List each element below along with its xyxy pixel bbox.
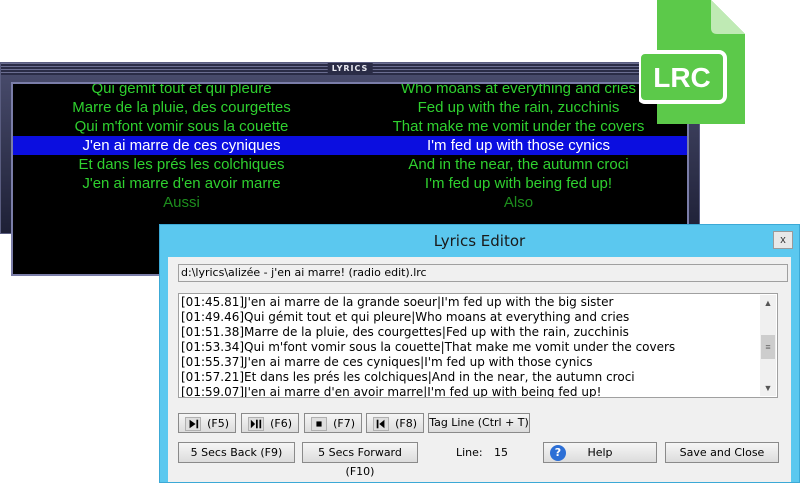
lrc-label: LRC	[653, 62, 711, 93]
close-icon: x	[780, 234, 786, 246]
lyrics-row: Marre de la pluie, des courgettes Fed up …	[13, 98, 687, 117]
file-path-field[interactable]: d:\lyrics\alizée - j'en ai marre! (radio…	[178, 264, 788, 282]
play-pause-key: (F6)	[270, 417, 292, 430]
lyric-line[interactable]: [01:57.21]Et dans les prés les colchique…	[181, 370, 635, 385]
lyrics-lines-box[interactable]: [01:45.81]J'en ai marre de la grande soe…	[178, 293, 778, 398]
lyric-original: Aussi	[163, 194, 200, 211]
stop-button[interactable]: (F7)	[304, 413, 362, 433]
skip-back-key: (F8)	[395, 417, 417, 430]
lyric-line[interactable]: [01:59.07]J'en ai marre d'en avoir marre…	[181, 385, 601, 397]
lyric-line[interactable]: [01:55.37]J'en ai marre de ces cyniques|…	[181, 355, 593, 370]
lyric-original: Et dans les prés les colchiques	[78, 156, 285, 173]
lyrics-row: J'en ai marre de ces cyniques I'm fed up …	[13, 136, 687, 155]
lyrics-titlebar[interactable]: LYRICS	[1, 63, 699, 75]
save-and-close-button[interactable]: Save and Close	[665, 442, 779, 463]
lyric-line[interactable]: [01:53.34]Qui m'font vomir sous la couet…	[181, 340, 675, 355]
play-button[interactable]: (F5)	[178, 413, 236, 433]
lyric-original: Qui gémit tout et qui pleure	[91, 82, 272, 97]
help-button[interactable]: ? Help	[543, 442, 657, 463]
lyrics-window-title: LYRICS	[327, 63, 373, 75]
lyric-line[interactable]: [01:49.46]Qui gémit tout et qui pleure|W…	[181, 310, 629, 325]
lyrics-row: Qui m'font vomir sous la couette That mak…	[13, 117, 687, 136]
lyric-translation: That make me vomit under the covers	[392, 118, 645, 135]
lyric-translation: Fed up with the rain, zucchinis	[417, 99, 620, 116]
five-secs-back-button[interactable]: 5 Secs Back (F9)	[178, 442, 295, 463]
five-secs-forward-button[interactable]: 5 Secs Forward (F10)	[302, 442, 418, 478]
editor-body: d:\lyrics\alizée - j'en ai marre! (radio…	[168, 257, 791, 482]
lyric-translation: And in the near, the autumn croci	[408, 156, 629, 173]
scroll-thumb[interactable]: ≡	[761, 335, 775, 359]
lyric-line[interactable]: [01:51.38]Marre de la pluie, des courget…	[181, 325, 629, 340]
line-number: 15	[494, 446, 508, 459]
stop-key: (F7)	[333, 417, 355, 430]
lyrics-display-window: LYRICS Qui gémit tout et qui pleure Who m…	[0, 62, 700, 276]
play-pause-button[interactable]: (F6)	[241, 413, 299, 433]
help-icon: ?	[550, 445, 566, 461]
lyrics-row: J'en ai marre d'en avoir marre I'm fed up…	[13, 174, 687, 193]
skip-back-icon	[373, 417, 389, 431]
play-key: (F5)	[207, 417, 229, 430]
lyric-original: J'en ai marre d'en avoir marre	[82, 175, 281, 192]
lyrics-row: Et dans les prés les colchiques And in th…	[13, 155, 687, 174]
lyric-translation: Also	[503, 194, 534, 211]
lyric-translation: Who moans at everything and cries	[400, 82, 637, 97]
lyric-original: J'en ai marre de ces cyniques	[82, 137, 281, 154]
close-button[interactable]: x	[773, 231, 793, 249]
vertical-scrollbar[interactable]: ▲ ≡ ▼	[760, 295, 776, 396]
lyrics-editor-dialog: Lyrics Editor x d:\lyrics\alizée - j'en …	[159, 224, 800, 483]
lyric-line[interactable]: [01:45.81]J'en ai marre de la grande soe…	[181, 295, 613, 310]
stop-icon	[311, 417, 327, 431]
lyric-original: Qui m'font vomir sous la couette	[74, 118, 289, 135]
line-label: Line:	[456, 446, 483, 459]
skip-back-button[interactable]: (F8)	[366, 413, 424, 433]
lyrics-row: Qui gémit tout et qui pleure Who moans at…	[13, 82, 687, 98]
lrc-file-icon: LRC	[639, 0, 745, 124]
scroll-down-icon[interactable]: ▼	[760, 380, 776, 396]
dialog-title: Lyrics Editor	[433, 232, 526, 250]
play-icon	[185, 417, 201, 431]
tag-line-button[interactable]: Tag Line (Ctrl + T)	[428, 413, 530, 433]
scroll-up-icon[interactable]: ▲	[760, 295, 776, 311]
lyric-original: Marre de la pluie, des courgettes	[72, 99, 291, 116]
lyrics-row: Aussi Also	[13, 193, 687, 212]
help-label: Help	[587, 446, 613, 459]
lyric-translation: I'm fed up with being fed up!	[424, 175, 613, 192]
lyric-translation: I'm fed up with those cynics	[427, 137, 610, 154]
play-pause-icon	[248, 417, 264, 431]
